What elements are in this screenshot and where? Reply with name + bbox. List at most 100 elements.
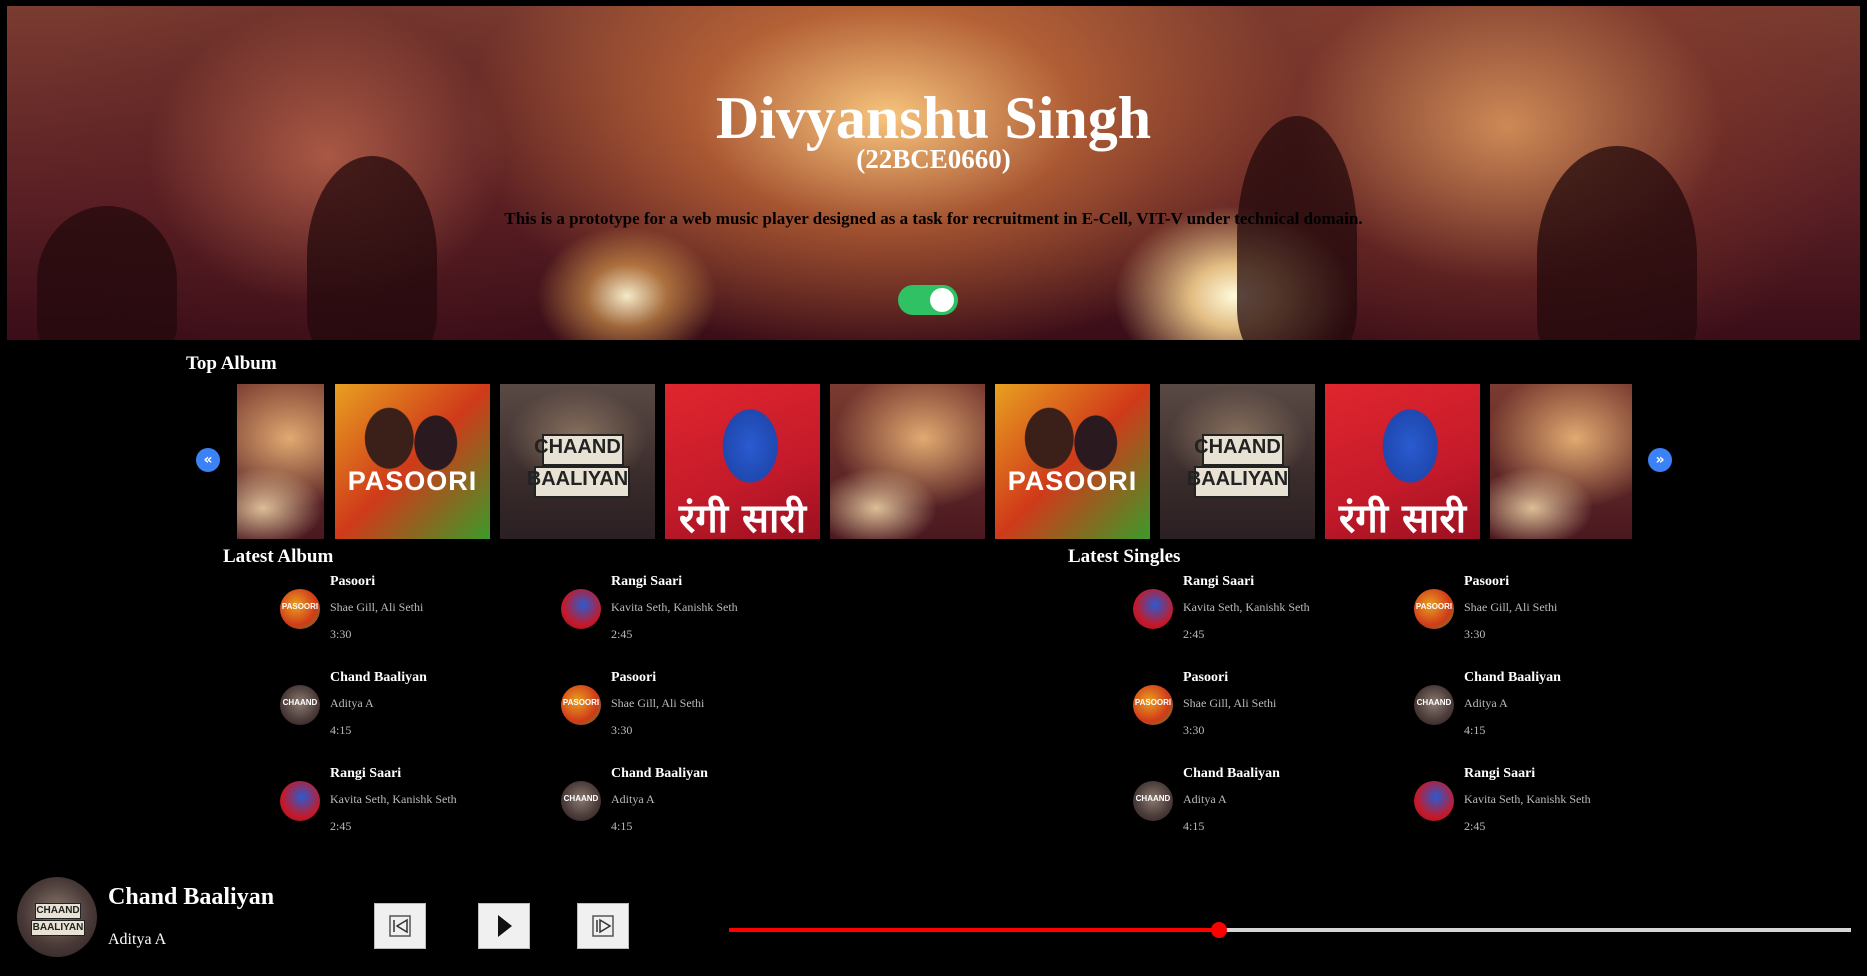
song-item[interactable]: PASOORI Pasoori Shae Gill, Ali Sethi 3:30 <box>1414 574 1644 654</box>
cover-text: PASOORI <box>1134 698 1172 707</box>
song-item[interactable]: CHAAND Chand Baaliyan Aditya A 4:15 <box>1133 766 1363 846</box>
latest-singles-heading: Latest Singles <box>1068 546 1181 567</box>
song-item[interactable]: CHAAND Chand Baaliyan Aditya A 4:15 <box>280 670 510 750</box>
cover-text: CHAAND <box>1135 794 1171 803</box>
song-title: Pasoori <box>1464 574 1510 589</box>
song-title: Rangi Saari <box>1183 574 1255 589</box>
hero-banner: Divyanshu Singh (22BCE0660) This is a pr… <box>7 6 1860 340</box>
song-item[interactable]: CHAAND Chand Baaliyan Aditya A 4:15 <box>1414 670 1644 750</box>
progress-handle[interactable] <box>1211 922 1228 938</box>
song-item[interactable]: PASOORI Pasoori Shae Gill, Ali Sethi 3:30 <box>561 670 791 750</box>
album-tile-label: रंगी सारी <box>1338 496 1467 539</box>
latest-album-heading: Latest Album <box>223 546 334 567</box>
play-button[interactable] <box>478 903 530 949</box>
album-tile-rangi[interactable]: रंगी सारी <box>665 384 820 539</box>
song-item[interactable]: Rangi Saari Kavita Seth, Kanishk Seth 2:45 <box>561 574 791 654</box>
song-item[interactable]: CHAAND Chand Baaliyan Aditya A 4:15 <box>561 766 791 846</box>
song-title: Rangi Saari <box>330 766 402 781</box>
album-tile-concert[interactable] <box>237 384 324 539</box>
song-title: Pasoori <box>330 574 376 589</box>
song-item[interactable]: Rangi Saari Kavita Seth, Kanishk Seth 2:45 <box>280 766 510 846</box>
song-duration: 3:30 <box>611 723 633 737</box>
cover-text: PASOORI <box>281 602 319 611</box>
song-artist: Aditya A <box>1183 792 1227 806</box>
song-artist: Shae Gill, Ali Sethi <box>330 600 424 614</box>
play-icon <box>498 915 512 937</box>
song-duration: 4:15 <box>1464 723 1486 737</box>
carousel-next-button[interactable]: » <box>1648 448 1672 472</box>
song-title: Pasoori <box>1183 670 1229 685</box>
song-duration: 2:45 <box>1183 627 1205 641</box>
cover-text: CHAAND <box>1416 698 1452 707</box>
song-cover: PASOORI <box>561 685 601 725</box>
cover-text: PASOORI <box>562 698 600 707</box>
album-tile-concert[interactable] <box>830 384 985 539</box>
song-artist: Shae Gill, Ali Sethi <box>1183 696 1277 710</box>
song-item[interactable]: PASOORI Pasoori Shae Gill, Ali Sethi 3:30 <box>280 574 510 654</box>
album-tile-label: CHAAND <box>534 436 621 458</box>
page-description: This is a prototype for a web music play… <box>504 209 1363 228</box>
song-cover: CHAAND <box>561 781 601 821</box>
song-duration: 4:15 <box>1183 819 1205 833</box>
song-duration: 3:30 <box>1464 627 1486 641</box>
double-chevron-right-icon: » <box>1655 452 1665 468</box>
song-title: Pasoori <box>611 670 657 685</box>
song-artist: Aditya A <box>330 696 374 710</box>
song-duration: 4:15 <box>330 723 352 737</box>
album-tile-label: PASOORI <box>347 466 478 496</box>
cover-text: CHAAND <box>35 903 81 919</box>
song-artist: Shae Gill, Ali Sethi <box>1464 600 1558 614</box>
song-cover: PASOORI <box>1414 589 1454 629</box>
song-cover <box>561 589 601 629</box>
song-duration: 3:30 <box>1183 723 1205 737</box>
song-cover: PASOORI <box>280 589 320 629</box>
progress-fill <box>729 928 1220 932</box>
album-tile-label: BAALIYAN <box>526 468 629 490</box>
song-artist: Aditya A <box>611 792 655 806</box>
crowd-silhouette <box>1537 146 1697 340</box>
album-tile-chaand[interactable]: CHAAND BAALIYAN <box>500 384 655 539</box>
crowd-silhouette <box>307 156 437 340</box>
page-subtitle: (22BCE0660) <box>856 144 1011 174</box>
album-tile-label: BAALIYAN <box>1186 468 1289 490</box>
album-tile-label: PASOORI <box>1007 466 1138 496</box>
song-title: Rangi Saari <box>1464 766 1536 781</box>
song-cover: CHAAND <box>280 685 320 725</box>
now-playing-artist: Aditya A <box>108 931 167 948</box>
song-artist: Kavita Seth, Kanishk Seth <box>330 792 457 806</box>
theme-toggle[interactable] <box>898 285 958 315</box>
song-title: Chand Baaliyan <box>330 670 427 685</box>
song-title: Chand Baaliyan <box>611 766 708 781</box>
song-duration: 4:15 <box>611 819 633 833</box>
song-duration: 2:45 <box>1464 819 1486 833</box>
next-track-icon <box>592 915 614 937</box>
album-tile-rangi[interactable]: रंगी सारी <box>1325 384 1480 539</box>
album-tile-concert[interactable] <box>1490 384 1632 539</box>
song-item[interactable]: Rangi Saari Kavita Seth, Kanishk Seth 2:45 <box>1414 766 1644 846</box>
song-duration: 2:45 <box>330 819 352 833</box>
song-cover <box>1414 781 1454 821</box>
previous-track-icon <box>389 915 411 937</box>
song-cover: PASOORI <box>1133 685 1173 725</box>
album-tile-pasoori[interactable]: PASOORI <box>995 384 1150 539</box>
song-title: Rangi Saari <box>611 574 683 589</box>
toggle-knob <box>930 288 954 312</box>
progress-slider[interactable] <box>729 922 1851 938</box>
song-item[interactable]: Rangi Saari Kavita Seth, Kanishk Seth 2:45 <box>1133 574 1363 654</box>
song-artist: Kavita Seth, Kanishk Seth <box>1464 792 1591 806</box>
previous-button[interactable] <box>374 903 426 949</box>
song-artist: Shae Gill, Ali Sethi <box>611 696 705 710</box>
cover-text: BAALIYAN <box>31 920 85 936</box>
album-tile-label: CHAAND <box>1194 436 1281 458</box>
song-item[interactable]: PASOORI Pasoori Shae Gill, Ali Sethi 3:30 <box>1133 670 1363 750</box>
song-cover: CHAAND <box>1414 685 1454 725</box>
top-album-heading: Top Album <box>186 353 277 374</box>
carousel-prev-button[interactable]: « <box>196 448 220 472</box>
album-tile-pasoori[interactable]: PASOORI <box>335 384 490 539</box>
cover-text: CHAAND <box>282 698 318 707</box>
next-button[interactable] <box>577 903 629 949</box>
album-tile-chaand[interactable]: CHAAND BAALIYAN <box>1160 384 1315 539</box>
double-chevron-left-icon: « <box>203 452 213 468</box>
song-artist: Kavita Seth, Kanishk Seth <box>611 600 738 614</box>
cover-text: PASOORI <box>1415 602 1453 611</box>
